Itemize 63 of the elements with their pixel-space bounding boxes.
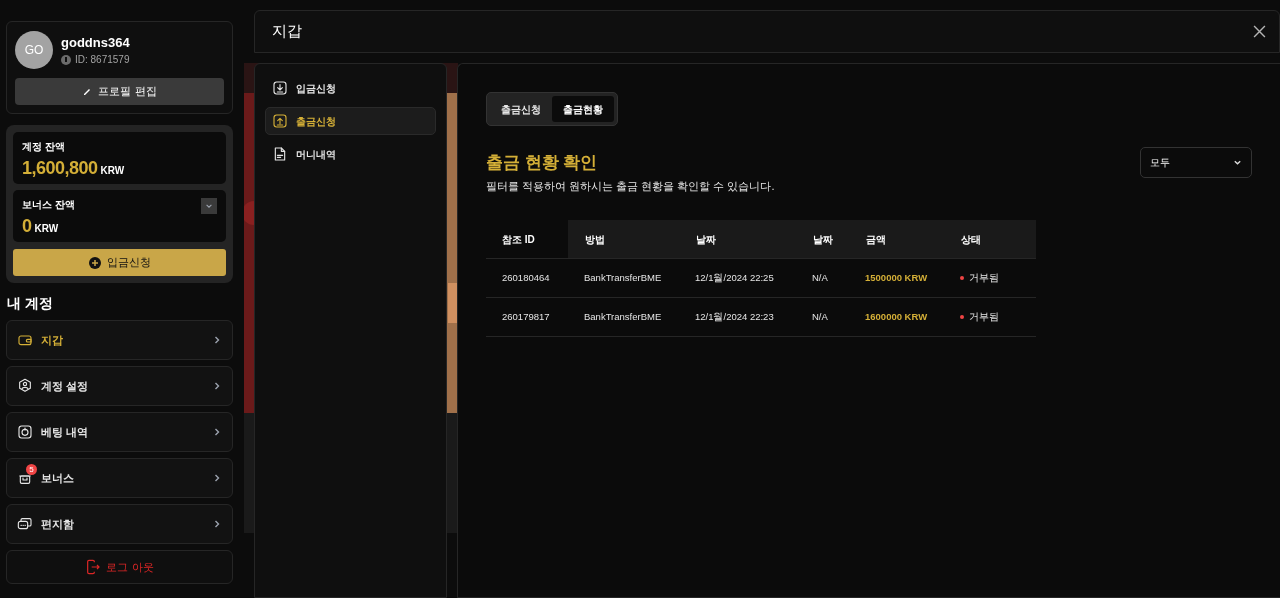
section-title: 내 계정 — [6, 294, 54, 313]
timer-icon — [17, 424, 33, 440]
document-icon — [272, 146, 288, 162]
logout-icon — [85, 559, 102, 575]
chevron-right-icon — [212, 335, 222, 345]
table-cell-text: BankTransferBME — [583, 309, 663, 324]
chat-icon — [17, 516, 33, 532]
column-header: 금액 — [849, 220, 944, 258]
table-cell-text: 260180464 — [501, 270, 551, 285]
balance-amount: 0 KRW — [22, 215, 59, 238]
modal-title: 지갑 — [272, 21, 302, 42]
balance-amount: 1,600,800 KRW — [22, 157, 125, 180]
user-icon — [17, 378, 33, 394]
download-icon — [272, 80, 288, 96]
chevron-right-icon — [212, 381, 222, 391]
filter-dropdown[interactable]: 모두 — [1140, 147, 1252, 178]
upload-icon — [272, 113, 288, 129]
status-text: 거부됨 — [969, 270, 999, 285]
nav-item[interactable]: 머니내역 — [265, 140, 436, 168]
table-cell-text: 12/1월/2024 22:25 — [694, 270, 775, 285]
username: goddns364 — [61, 33, 130, 52]
logout-button[interactable]: 로그 아웃 — [6, 550, 233, 584]
chevron-down-icon — [205, 202, 213, 210]
section-description: 필터를 적용하여 원하시는 출금 현황을 확인할 수 있습니다. — [486, 178, 775, 194]
tab[interactable]: 출금현황 — [552, 96, 614, 122]
nav-item[interactable]: 입금신청 — [265, 74, 436, 102]
table-cell-text: 1500000 KRW — [864, 270, 929, 285]
table-cell-text: N/A — [811, 309, 829, 324]
chevron-down-icon — [1233, 158, 1242, 167]
balance-label: 보너스 잔액 — [22, 198, 75, 212]
tab[interactable]: 출금신청 — [490, 96, 552, 122]
deposit-button[interactable]: 입금신청 — [13, 249, 226, 276]
column-header: 방법 — [568, 220, 679, 258]
close-icon — [1252, 25, 1266, 38]
table-cell-text: 12/1월/2024 22:23 — [694, 309, 775, 324]
table-cell-text: N/A — [811, 270, 829, 285]
notification-badge: 5 — [26, 464, 37, 475]
avatar: GO — [15, 31, 53, 69]
table-cell-text: BankTransferBME — [583, 270, 663, 285]
status-text: 거부됨 — [969, 309, 999, 324]
column-header: 상태 — [944, 220, 1036, 258]
column-header: 날짜 — [679, 220, 796, 258]
info-icon — [61, 54, 71, 65]
chevron-right-icon — [212, 427, 222, 437]
menu-item[interactable]: 지갑 — [6, 320, 233, 360]
menu-item[interactable]: 5 보너스 — [6, 458, 233, 498]
table-cell-text: 260179817 — [501, 309, 551, 324]
menu-item[interactable]: 편지함 — [6, 504, 233, 544]
user-id: ID: 8671579 — [75, 53, 130, 68]
chevron-right-icon — [212, 473, 222, 483]
plus-circle-icon — [88, 256, 101, 269]
edit-profile-button[interactable]: 프로필 편집 — [15, 78, 224, 105]
table-cell-text: 1600000 KRW — [864, 309, 929, 324]
wallet-icon — [17, 332, 33, 348]
nav-item[interactable]: 출금신청 — [265, 107, 436, 135]
close-button[interactable] — [1251, 23, 1267, 40]
menu-item[interactable]: 계정 설정 — [6, 366, 233, 406]
chevron-right-icon — [212, 519, 222, 529]
section-heading: 출금 현황 확인 — [486, 152, 599, 174]
menu-item[interactable]: 베팅 내역 — [6, 412, 233, 452]
pencil-icon — [82, 86, 93, 97]
balance-label: 계정 잔액 — [22, 140, 65, 154]
column-header: 날짜 — [796, 220, 849, 258]
